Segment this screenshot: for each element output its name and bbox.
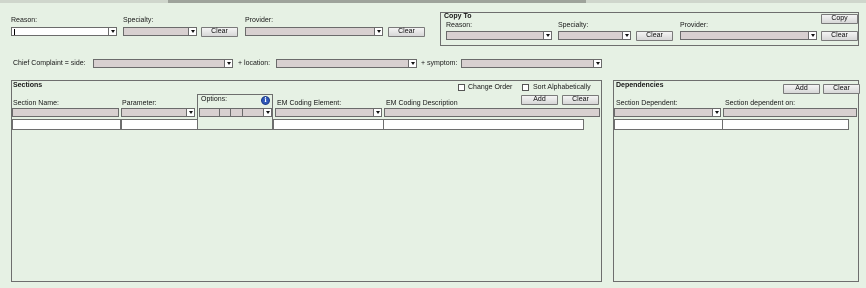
chevron-down-icon[interactable] bbox=[224, 60, 232, 67]
copy-provider-clear-button[interactable]: Clear bbox=[821, 31, 858, 41]
chevron-down-icon[interactable] bbox=[543, 32, 551, 39]
em-coding-description-header: EM Coding Description bbox=[386, 100, 458, 107]
location-label: + location: bbox=[238, 60, 271, 67]
em-coding-description-input[interactable] bbox=[384, 108, 600, 117]
chevron-down-icon[interactable] bbox=[712, 109, 720, 116]
chief-complaint-side-label: Chief Complaint = side: bbox=[13, 60, 86, 67]
provider-combobox[interactable] bbox=[245, 27, 383, 36]
section-dependent-on-input[interactable] bbox=[723, 108, 857, 117]
chevron-down-icon[interactable] bbox=[108, 28, 116, 35]
em-coding-element-header: EM Coding Element: bbox=[277, 100, 342, 107]
parameter-header: Parameter: bbox=[122, 100, 157, 107]
options-divider bbox=[219, 109, 220, 116]
copy-reason-combobox[interactable] bbox=[446, 31, 552, 40]
table-row-cell-section-name[interactable] bbox=[12, 119, 121, 130]
chevron-down-icon[interactable] bbox=[808, 32, 816, 39]
sections-add-button[interactable]: Add bbox=[521, 95, 558, 105]
filter-clear-button[interactable]: Clear bbox=[201, 27, 238, 37]
dependency-row-cell-dependent-on[interactable] bbox=[722, 119, 849, 130]
reason-combobox[interactable] bbox=[11, 27, 117, 36]
location-combobox[interactable] bbox=[276, 59, 417, 68]
text-caret bbox=[14, 29, 15, 35]
change-order-checkbox[interactable] bbox=[458, 84, 465, 91]
provider-clear-button[interactable]: Clear bbox=[388, 27, 425, 37]
copy-provider-label: Provider: bbox=[680, 22, 709, 29]
section-name-input[interactable] bbox=[12, 108, 119, 117]
symptom-label: + symptom: bbox=[421, 60, 458, 67]
dependencies-clear-button[interactable]: Clear bbox=[823, 84, 860, 94]
dependencies-add-button[interactable]: Add bbox=[783, 84, 820, 94]
section-dependent-combobox[interactable] bbox=[614, 108, 721, 117]
chevron-down-icon[interactable] bbox=[374, 28, 382, 35]
copy-reason-label: Reason: bbox=[446, 22, 473, 29]
symptom-combobox[interactable] bbox=[461, 59, 602, 68]
chevron-down-icon[interactable] bbox=[186, 109, 194, 116]
copy-provider-combobox[interactable] bbox=[680, 31, 817, 40]
copy-button[interactable]: Copy bbox=[821, 14, 858, 24]
window-top-strip bbox=[0, 0, 866, 3]
options-divider bbox=[230, 109, 231, 116]
chevron-down-icon[interactable] bbox=[593, 60, 601, 67]
specialty-label: Specialty: bbox=[123, 17, 154, 24]
change-order-label: Change Order bbox=[468, 84, 513, 91]
parameter-combobox[interactable] bbox=[121, 108, 195, 117]
chevron-down-icon[interactable] bbox=[408, 60, 416, 67]
info-icon[interactable]: i bbox=[261, 96, 270, 105]
options-combobox[interactable] bbox=[199, 108, 272, 117]
reason-label: Reason: bbox=[11, 17, 38, 24]
side-combobox[interactable] bbox=[93, 59, 233, 68]
table-row-cell-parameter[interactable] bbox=[121, 119, 198, 130]
table-row-cell-em-description[interactable] bbox=[383, 119, 584, 130]
section-name-header: Section Name: bbox=[13, 100, 59, 107]
options-header: Options: bbox=[201, 96, 228, 103]
dependencies-title: Dependencies bbox=[616, 82, 664, 89]
section-dependent-on-header: Section dependent on: bbox=[725, 100, 796, 107]
sections-title: Sections bbox=[13, 82, 43, 89]
em-coding-element-combobox[interactable] bbox=[275, 108, 382, 117]
chevron-down-icon[interactable] bbox=[263, 109, 271, 116]
options-divider bbox=[242, 109, 243, 116]
specialty-combobox[interactable] bbox=[123, 27, 197, 36]
sort-alphabetically-label: Sort Alphabetically bbox=[533, 84, 591, 91]
sections-clear-button[interactable]: Clear bbox=[562, 95, 599, 105]
copy-specialty-clear-button[interactable]: Clear bbox=[636, 31, 673, 41]
table-row-cell-em-element[interactable] bbox=[273, 119, 384, 130]
chevron-down-icon[interactable] bbox=[373, 109, 381, 116]
provider-label: Provider: bbox=[245, 17, 274, 24]
dependency-row-cell-dependent[interactable] bbox=[614, 119, 723, 130]
chevron-down-icon[interactable] bbox=[622, 32, 630, 39]
copy-to-title: Copy To bbox=[444, 13, 472, 20]
copy-specialty-combobox[interactable] bbox=[558, 31, 631, 40]
chevron-down-icon[interactable] bbox=[188, 28, 196, 35]
sort-alphabetically-checkbox[interactable] bbox=[522, 84, 529, 91]
copy-specialty-label: Specialty: bbox=[558, 22, 589, 29]
section-dependent-header: Section Dependent: bbox=[616, 100, 678, 107]
